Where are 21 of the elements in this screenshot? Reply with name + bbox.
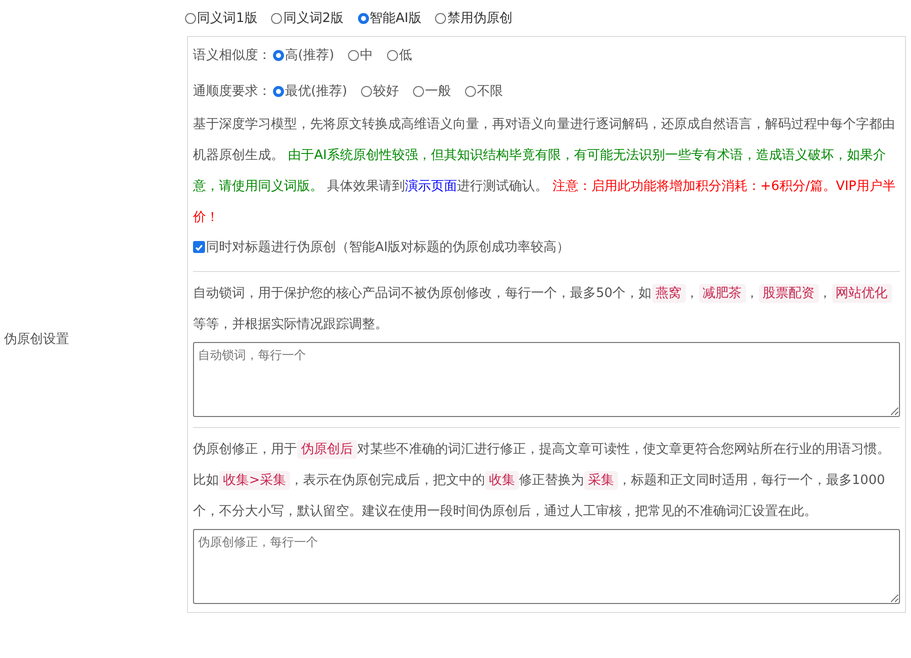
section-label: 伪原创设置 <box>4 331 69 348</box>
demo-link[interactable]: 演示页面 <box>405 179 458 194</box>
description-text: 自动锁词，用于保护您的核心产品词不被伪原创修改，每行一个，最多50个，如 燕窝 ， 减肥茶 ， 股票配资 ， 网站优化 等等，并根据实际情况跟踪调整。 <box>193 278 900 340</box>
radio-option[interactable]: 最优(推荐) <box>273 82 348 100</box>
radio-option[interactable]: 较好 <box>361 82 400 100</box>
radio-option[interactable]: 一般 <box>413 82 452 100</box>
radio-option[interactable]: 同义词1版 <box>185 9 258 27</box>
input-field[interactable]: 自动锁词，每行一个 <box>193 342 900 417</box>
radio-option[interactable]: 高(推荐) <box>273 46 334 64</box>
radio-option[interactable]: 禁用伪原创 <box>435 9 512 27</box>
description-text: 基于深度学习模型，先将原文转换成高维语义向量，再对语义向量进行逐词解码，还原成自然语言，解码过程中每个字都由机器原创生成。 由于AI系统原创性较强，但其知识结构毕竟有限，有可能无法识别一些专有术语，造成语义破坏，如果介意，请使用同义词版。 具体效果请到演示页面进行测试确认。 注意：启用此功能将增加积分消耗：+6积分/篇。VIP用户半价！ <box>193 116 896 227</box>
radio-option[interactable]: 智能AI版 <box>358 9 422 27</box>
radio-option[interactable]: 中 <box>348 46 374 64</box>
field-label: 通顺度要求： <box>193 83 271 100</box>
radio-option[interactable]: 不限 <box>465 82 504 100</box>
field-label: 语义相似度： <box>193 47 271 64</box>
description-text: 伪原创修正，用于 伪原创后 对某些不准确的词汇进行修正，提高文章可读性，使文章更符合您网站所在行业的用语习惯。比如 收集>采集 ，表示在伪原创完成后，把文中的 收集 修正替换为 采集 ，标题和正文同时适用，每行一个，最多1000个，不分大小写，默认留空。建议在使用一段时间伪原创后，通过人工审核，把常见的不准确词汇设置在此。 <box>193 439 891 521</box>
checkbox-option[interactable]: 同时对标题进行伪原创（智能AI版对标题的伪原创成功率较高） <box>193 233 570 261</box>
radio-option[interactable]: 同义词2版 <box>271 9 344 27</box>
radio-option[interactable]: 低 <box>387 46 412 64</box>
input-field[interactable]: 伪原创修正，每行一个 <box>193 529 900 604</box>
